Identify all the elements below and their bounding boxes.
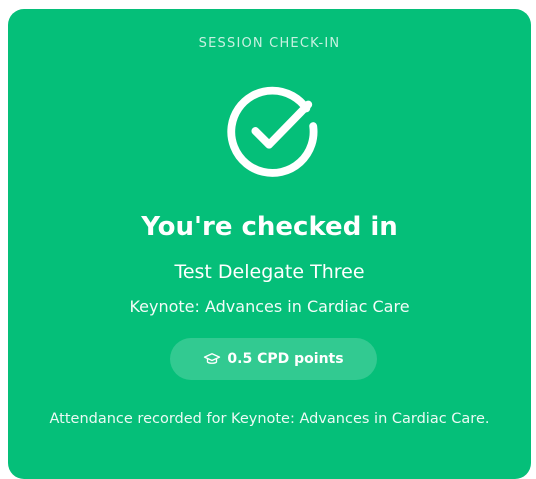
card-eyebrow: SESSION CHECK-IN <box>198 36 341 51</box>
attendance-message: Attendance recorded for Keynote: Advance… <box>49 411 490 427</box>
delegate-name: Test Delegate Three <box>174 261 365 283</box>
check-circle-icon <box>227 86 318 177</box>
check-in-card: SESSION CHECK-IN You're checked in Test … <box>8 9 531 479</box>
checked-in-title: You're checked in <box>141 212 398 242</box>
cpd-points-badge: 0.5 CPD points <box>170 338 377 380</box>
session-name: Keynote: Advances in Cardiac Care <box>129 297 410 316</box>
cpd-points-label: 0.5 CPD points <box>227 351 344 367</box>
graduation-cap-icon <box>204 353 221 364</box>
